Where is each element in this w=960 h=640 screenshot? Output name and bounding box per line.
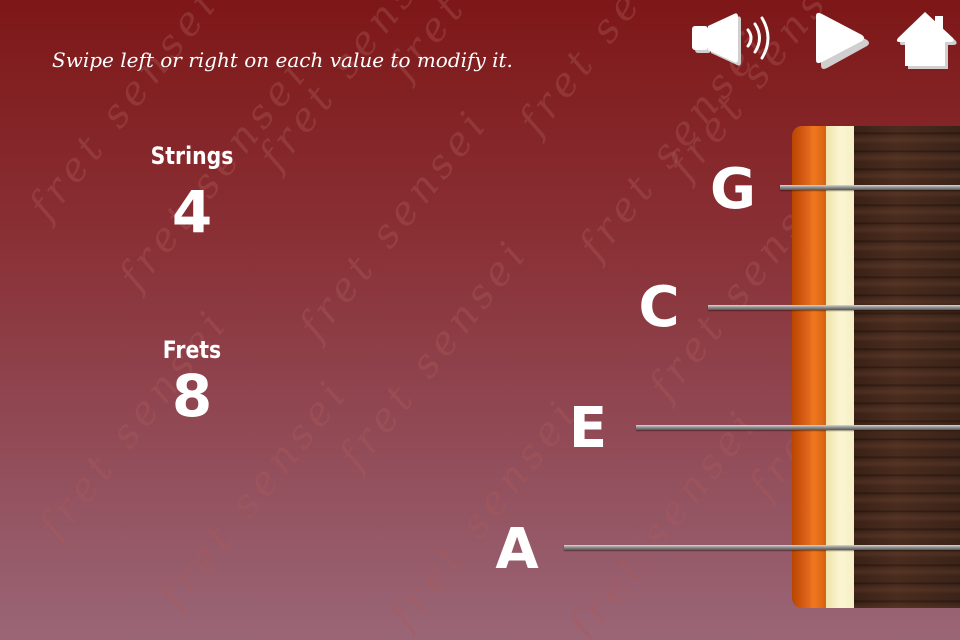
watermark-text: fret sensei: [290, 99, 499, 349]
string-line-a[interactable]: [564, 545, 960, 550]
string-note-c[interactable]: C: [624, 278, 694, 338]
fretboard: [792, 126, 960, 608]
frets-value[interactable]: 8: [152, 362, 232, 430]
string-note-a[interactable]: A: [482, 520, 552, 580]
strings-value[interactable]: 4: [152, 178, 232, 246]
string-line-g[interactable]: [780, 185, 960, 190]
play-icon[interactable]: [810, 12, 870, 70]
string-line-e[interactable]: [636, 425, 960, 430]
home-icon[interactable]: [895, 10, 957, 72]
instructions-text: Swipe left or right on each value to mod…: [52, 48, 513, 72]
frets-label: Frets: [162, 336, 222, 364]
tuning-setup-screen: fret sensei fret sensei fret sensei fret…: [0, 0, 960, 640]
watermark-text: fret sensei: [250, 0, 459, 179]
string-note-g[interactable]: G: [698, 160, 768, 220]
fretboard-wood: [854, 126, 960, 608]
string-note-e[interactable]: E: [553, 399, 623, 459]
watermark-text: fret sensei: [330, 229, 539, 479]
strings-label: Strings: [150, 142, 234, 170]
nut: [826, 126, 854, 608]
speaker-icon[interactable]: [690, 12, 782, 68]
watermark-text: fret sensei: [110, 49, 319, 299]
watermark-text: fret sensei: [510, 0, 719, 144]
watermark-text: fret sensei: [380, 0, 588, 88]
string-line-c[interactable]: [708, 305, 960, 310]
headstock: [792, 126, 828, 608]
